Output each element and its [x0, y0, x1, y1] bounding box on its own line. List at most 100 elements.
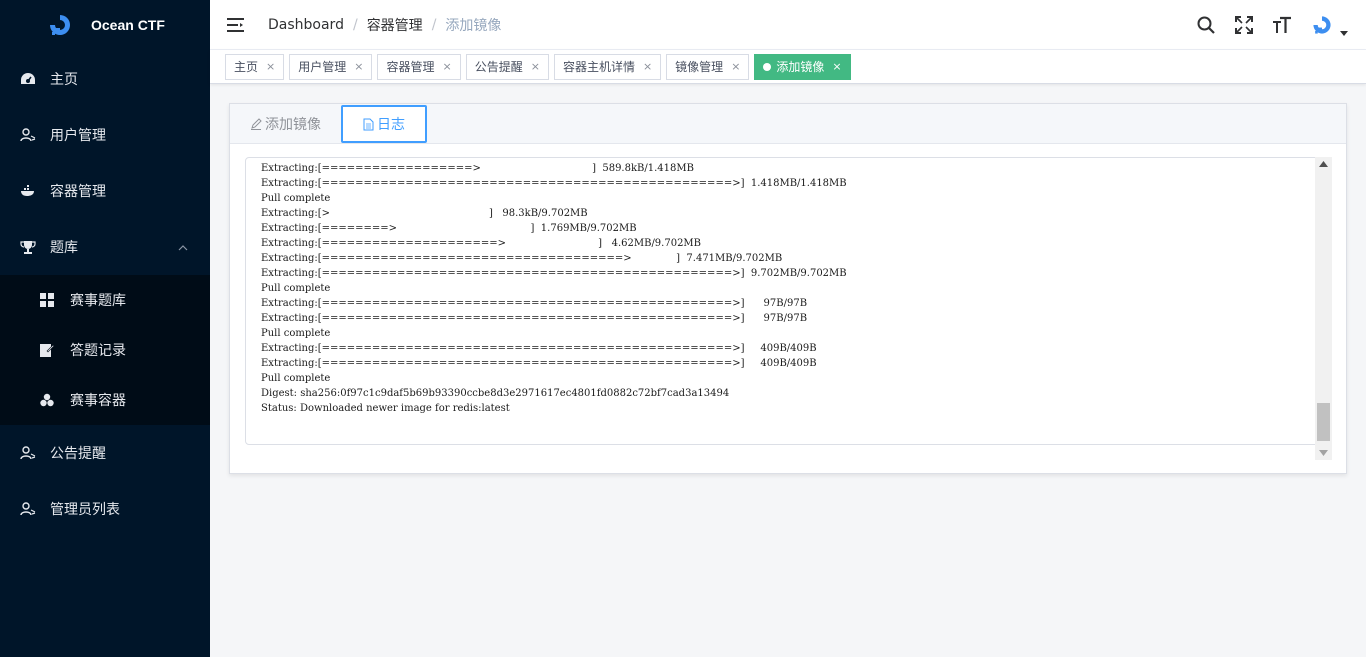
sidebar-item-label: 公告提醒 [50, 446, 106, 462]
tag-image-management[interactable]: 镜像管理 × [666, 53, 750, 80]
tag-label: 镜像管理 [675, 60, 724, 74]
sidebar-subitem-label: 赛事容器 [70, 393, 126, 409]
sidebar-item-announcements[interactable]: 公告提醒 [0, 425, 210, 481]
log-line: Extracting:[============================… [261, 253, 783, 264]
tag-label: 容器管理 [386, 60, 435, 74]
document-edit-icon [40, 343, 54, 357]
tag-home[interactable]: 主页 × [225, 53, 285, 80]
navbar: Dashboard / 容器管理 / 添加镜像 [210, 0, 1366, 50]
sidebar-item-admins[interactable]: 管理员列表 [0, 481, 210, 537]
search-icon[interactable] [1196, 15, 1216, 35]
sidebar-item-home[interactable]: 主页 [0, 51, 210, 107]
close-icon[interactable]: × [731, 60, 740, 73]
tab-add-image[interactable]: 添加镜像 [230, 104, 341, 144]
sidebar-item-question-bank[interactable]: 题库 [0, 219, 210, 275]
log-line: Status: Downloaded newer image for redis… [261, 403, 510, 414]
log-line: Extracting:[============================… [261, 358, 817, 369]
log-line: Extracting:[> ] 98.3kB/9.702MB [261, 208, 588, 219]
log-line: Extracting:[============================… [261, 343, 817, 354]
submenu-question-bank: 赛事题库 答题记录 赛事容器 [0, 275, 210, 425]
trophy-icon [20, 239, 36, 255]
sidebar-item-label: 容器管理 [50, 184, 106, 200]
breadcrumb-separator: / [431, 16, 437, 33]
user-avatar-dropdown[interactable] [1310, 13, 1348, 37]
sidebar: Ocean CTF 主页 用户管理 容器管理 题库 赛事题库 答题记录 赛事容器… [0, 0, 210, 657]
tag-label: 主页 [234, 60, 259, 74]
tags-view: 主页 × 用户管理 × 容器管理 × 公告提醒 × 容器主机详情 × 镜像管理 … [210, 50, 1366, 84]
sidebar-item-label: 管理员列表 [50, 502, 120, 518]
sidebar-item-label: 用户管理 [50, 128, 106, 144]
font-size-icon[interactable] [1272, 15, 1292, 35]
hamburger-menu-icon[interactable] [227, 17, 244, 33]
sidebar-subitem-answer-records[interactable]: 答题记录 [0, 325, 210, 375]
tag-label: 用户管理 [298, 60, 347, 74]
avatar [1313, 15, 1331, 34]
close-icon[interactable]: × [266, 60, 275, 73]
scroll-up-arrow-icon[interactable] [1319, 161, 1328, 167]
sidebar-subitem-contest-containers[interactable]: 赛事容器 [0, 375, 210, 425]
log-line: Pull complete [261, 328, 331, 339]
close-icon[interactable]: × [531, 60, 540, 73]
sidebar-item-label: 主页 [50, 72, 78, 88]
sidebar-item-label: 题库 [50, 240, 78, 256]
breadcrumb: Dashboard / 容器管理 / 添加镜像 [268, 15, 501, 35]
sidebar-subitem-contest-questions[interactable]: 赛事题库 [0, 275, 210, 325]
tag-container-host-detail[interactable]: 容器主机详情 × [553, 53, 662, 80]
docker-icon [20, 183, 36, 199]
log-line: Pull complete [261, 373, 331, 384]
header-actions [1196, 13, 1366, 37]
grid-icon [40, 293, 54, 307]
edit-icon [251, 118, 262, 130]
sidebar-item-users[interactable]: 用户管理 [0, 107, 210, 163]
tag-user-management[interactable]: 用户管理 × [289, 53, 373, 80]
breadcrumb-item[interactable]: 容器管理 [367, 15, 423, 35]
log-line: Extracting:[============================… [261, 298, 808, 309]
tag-label: 公告提醒 [474, 60, 523, 74]
tab-label: 添加镜像 [265, 117, 321, 133]
caret-down-icon [1340, 30, 1348, 36]
log-line: Pull complete [261, 193, 331, 204]
log-line: Extracting:[============================… [261, 313, 808, 324]
breadcrumb-separator: / [352, 16, 358, 33]
sidebar-subitem-label: 答题记录 [70, 343, 126, 359]
user-icon [20, 127, 36, 143]
close-icon[interactable]: × [832, 60, 841, 73]
log-scrollbar[interactable] [1315, 157, 1332, 460]
cubes-icon [40, 393, 54, 407]
digitalocean-logo-icon [50, 15, 70, 35]
active-dot-icon [763, 62, 772, 71]
breadcrumb-item[interactable]: Dashboard [268, 17, 344, 33]
tab-label: 日志 [377, 117, 405, 133]
fullscreen-icon[interactable] [1234, 15, 1254, 35]
log-output[interactable]: Extracting:[==================> ] 589.8k… [245, 157, 1330, 445]
breadcrumb-item-current: 添加镜像 [445, 17, 502, 34]
document-icon [363, 118, 374, 130]
scrollbar-thumb[interactable] [1317, 403, 1330, 441]
tabs-card: 添加镜像 日志 Extracting:[==================> … [229, 103, 1347, 474]
log-line: Extracting:[==================> ] 589.8k… [261, 163, 694, 174]
tag-announcements[interactable]: 公告提醒 × [465, 53, 549, 80]
close-icon[interactable]: × [354, 60, 363, 73]
log-lines: Extracting:[==================> ] 589.8k… [246, 158, 1329, 416]
log-line: Extracting:[=====================> ] 4.6… [261, 238, 702, 249]
tag-label: 容器主机详情 [562, 60, 635, 74]
close-icon[interactable]: × [643, 60, 652, 73]
user-icon [20, 445, 36, 461]
chevron-up-icon [178, 239, 188, 255]
log-line: Extracting:[============================… [261, 178, 847, 189]
tab-log[interactable]: 日志 [341, 105, 427, 143]
close-icon[interactable]: × [442, 60, 451, 73]
tag-container-management[interactable]: 容器管理 × [377, 53, 461, 80]
app-name: Ocean CTF [91, 17, 165, 33]
card-tab-bar: 添加镜像 日志 [230, 104, 1346, 144]
log-line: Digest: sha256:0f97c1c9daf5b69b93390ccbe… [261, 388, 730, 399]
sidebar-subitem-label: 赛事题库 [70, 293, 126, 309]
scroll-down-arrow-icon[interactable] [1319, 450, 1328, 456]
tag-label: 添加镜像 [776, 60, 825, 74]
dashboard-icon [20, 71, 36, 87]
logo[interactable]: Ocean CTF [0, 0, 210, 50]
user-icon [20, 501, 36, 517]
log-line: Pull complete [261, 283, 331, 294]
tag-add-image[interactable]: 添加镜像 × [754, 53, 851, 80]
sidebar-item-containers[interactable]: 容器管理 [0, 163, 210, 219]
